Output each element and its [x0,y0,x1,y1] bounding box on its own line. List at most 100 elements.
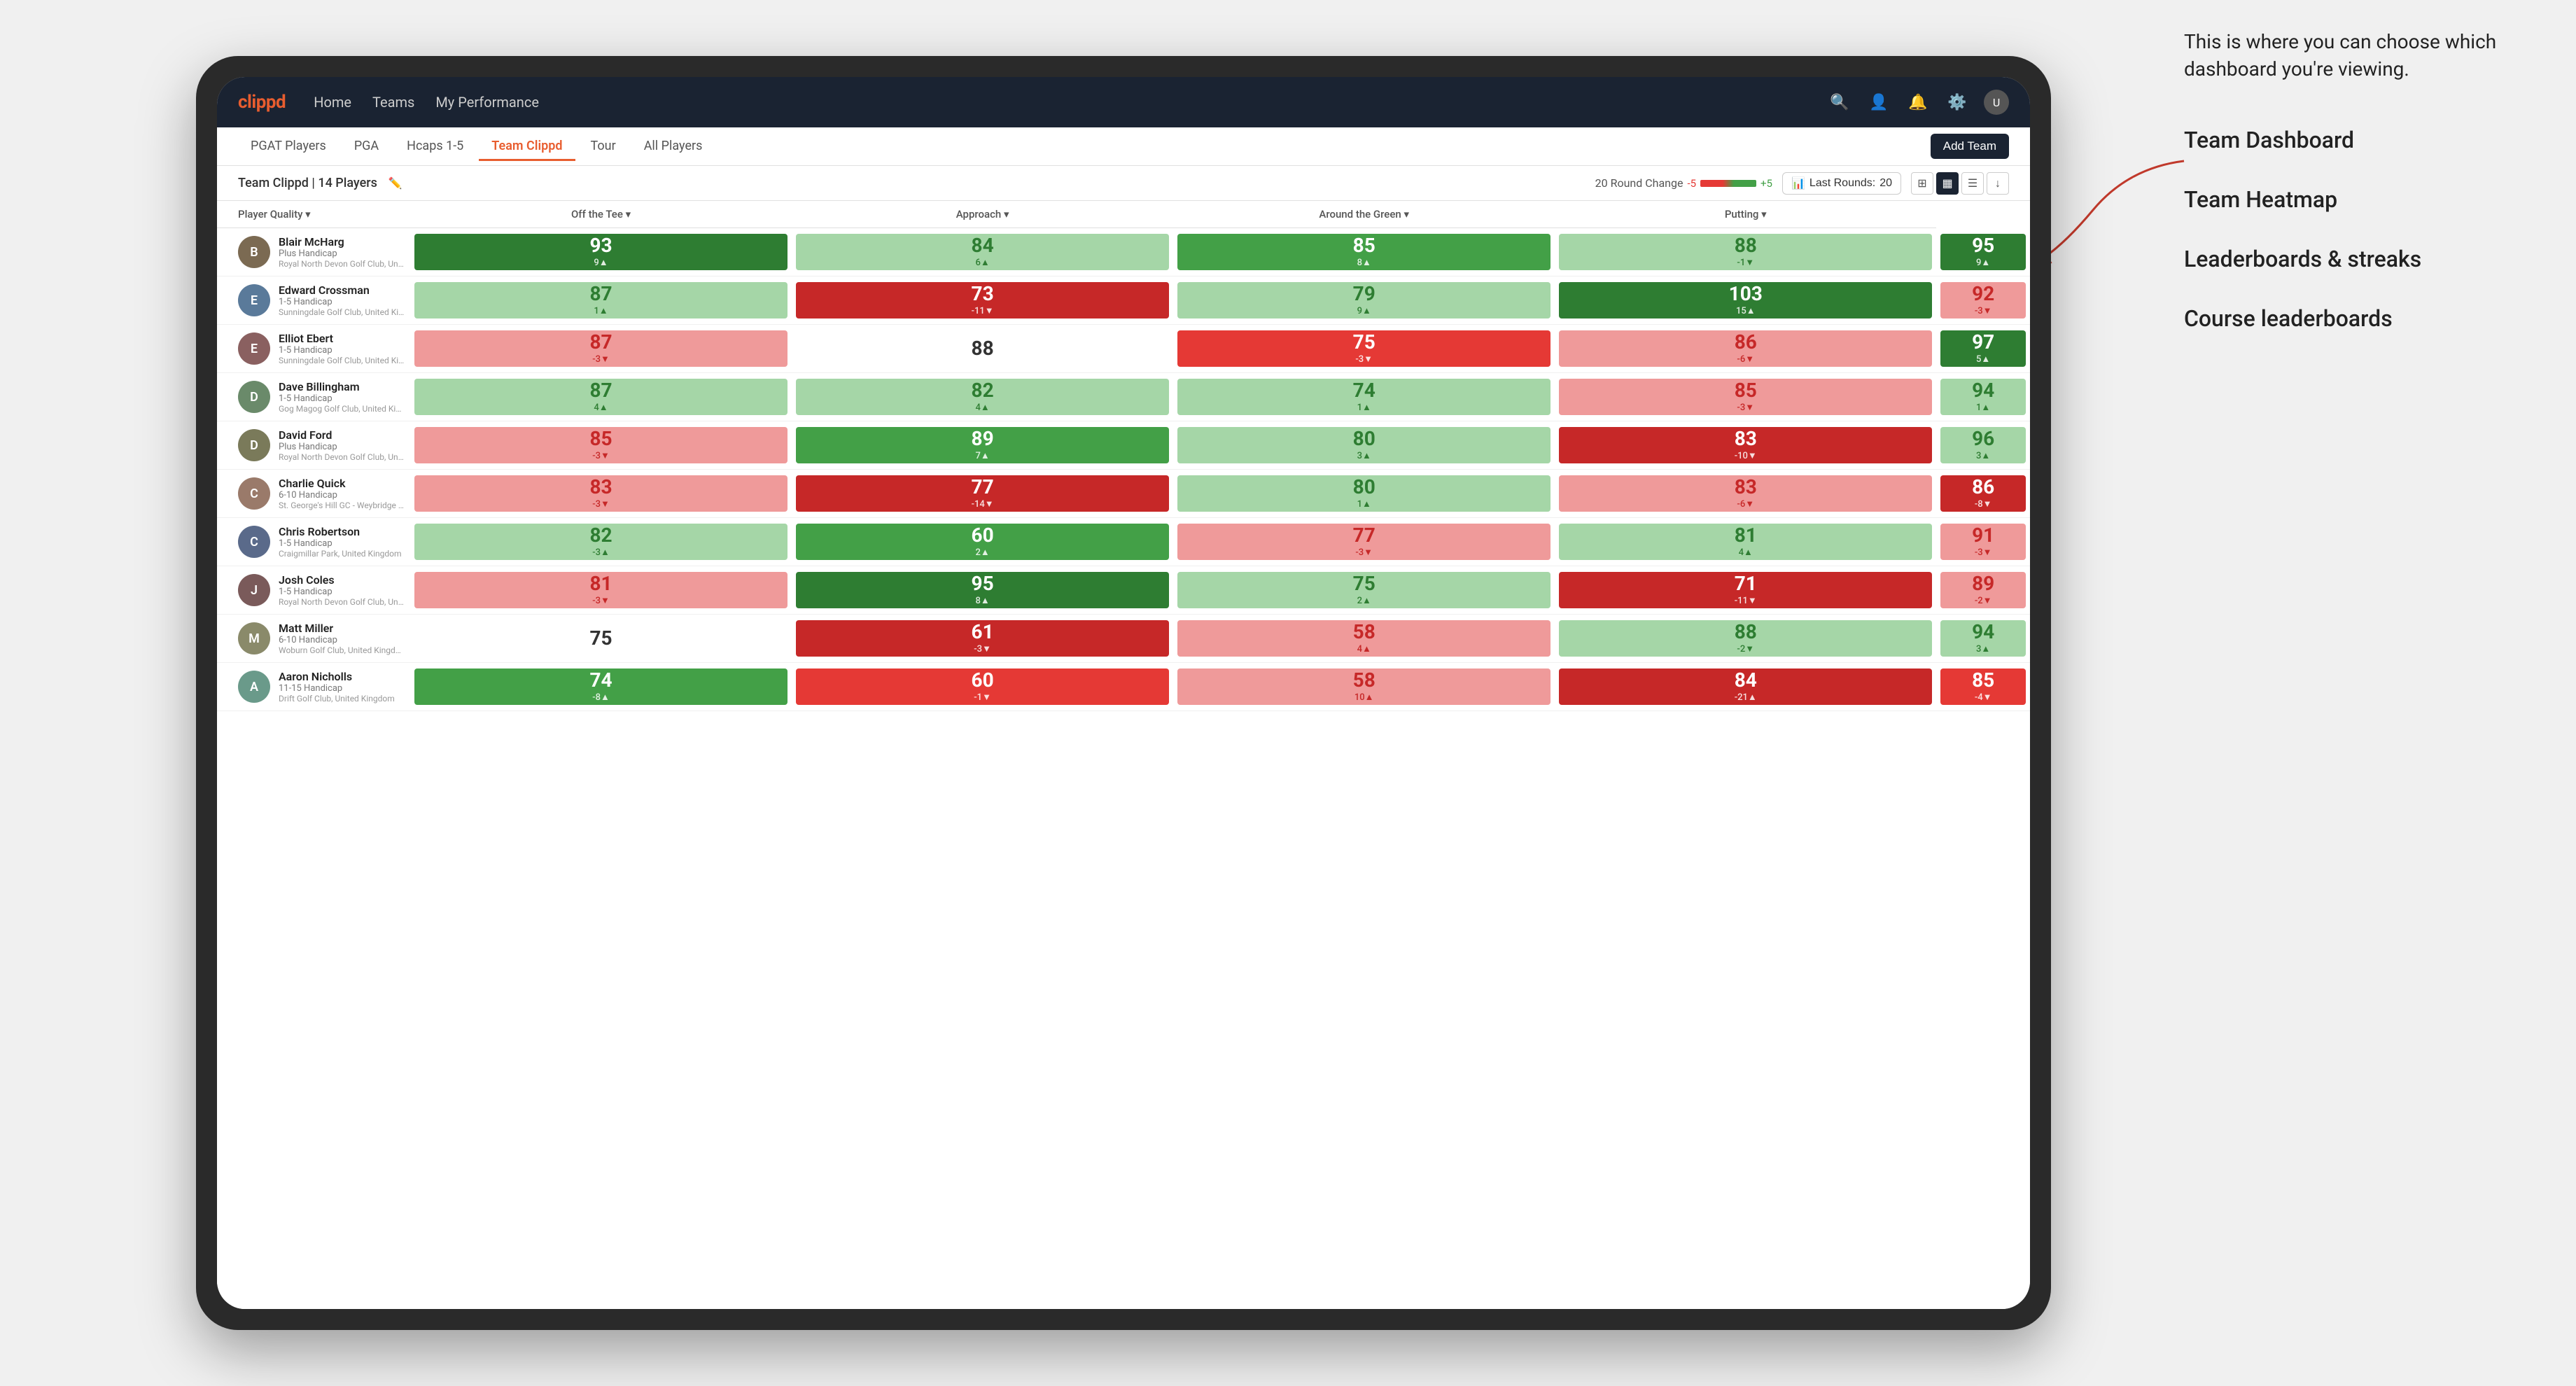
nav-teams[interactable]: Teams [372,91,414,113]
nav-my-performance[interactable]: My Performance [435,91,539,113]
player-name: Chris Robertson [279,525,402,538]
table-row[interactable]: BBlair McHargPlus HandicapRoyal North De… [217,228,2030,276]
rc-pos: +5 [1760,177,1772,190]
user-icon[interactable]: 👤 [1866,90,1891,115]
search-icon[interactable]: 🔍 [1827,90,1852,115]
player-club: Woburn Golf Club, United Kingdom [279,645,405,655]
tab-pga[interactable]: PGA [342,133,391,161]
score-change: 3▲ [1976,643,1990,654]
score-change: 7▲ [975,450,989,461]
score-change: -21▲ [1735,692,1757,703]
table-row[interactable]: AAaron Nicholls11-15 HandicapDrift Golf … [217,663,2030,711]
col-off-tee[interactable]: Off the Tee ▾ [410,201,792,228]
player-handicap: 11-15 Handicap [279,683,395,694]
annotation-list: Team DashboardTeam HeatmapLeaderboards &… [2184,125,2534,334]
table-row[interactable]: EElliot Ebert1-5 HandicapSunningdale Gol… [217,325,2030,373]
view-download-icon[interactable]: ↓ [1987,172,2009,195]
score-change: 5▲ [1976,354,1990,365]
table-row[interactable]: DDave Billingham1-5 HandicapGog Magog Go… [217,373,2030,421]
score-box: 74-8▲ [414,668,788,705]
tab-tour[interactable]: Tour [578,133,629,161]
score-value: 83 [1735,477,1757,497]
tab-team-clippd[interactable]: Team Clippd [479,133,575,161]
player-cell: MMatt Miller6-10 HandicapWoburn Golf Clu… [217,615,410,663]
score-value: 75 [589,629,612,648]
score-value: 75 [1353,332,1376,352]
table-row[interactable]: JJosh Coles1-5 HandicapRoyal North Devon… [217,566,2030,615]
score-value: 71 [1735,574,1757,594]
nav-home[interactable]: Home [314,91,351,113]
player-cell: JJosh Coles1-5 HandicapRoyal North Devon… [217,566,410,615]
score-change: -3▼ [1975,305,1992,316]
col-approach[interactable]: Approach ▾ [792,201,1173,228]
table-row[interactable]: DDavid FordPlus HandicapRoyal North Devo… [217,421,2030,470]
score-change: -3▼ [1355,547,1373,558]
score-cell: 87-3▼ [410,325,792,373]
score-box: 943▲ [1940,620,2026,657]
score-value: 103 [1729,284,1763,304]
settings-icon[interactable]: ⚙️ [1945,90,1970,115]
score-cell: 84 -21▲ [1555,663,1936,711]
score-change: 15▲ [1736,305,1756,316]
navbar-nav: Home Teams My Performance [314,91,1827,113]
player-name: Dave Billingham [279,380,405,393]
score-change: -3▼ [1737,402,1754,413]
score-box: 75-3▼ [1177,330,1550,367]
score-cell: 85-3▼ [1555,373,1936,421]
score-cell: 801▲ [1173,470,1555,518]
score-value: 61 [972,622,994,642]
score-box: 85-3▼ [1559,379,1932,415]
view-grid-icon[interactable]: ⊞ [1911,172,1933,195]
table-row[interactable]: EEdward Crossman1-5 HandicapSunningdale … [217,276,2030,325]
score-box: 89-2▼ [1940,572,2026,608]
player-club: Sunningdale Golf Club, United Kingdom [279,356,405,365]
score-value: 87 [589,284,612,304]
add-team-button[interactable]: Add Team [1931,134,2009,159]
last-rounds-button[interactable]: 📊 Last Rounds: 20 [1782,172,1901,195]
score-cell: 71-11▼ [1555,566,1936,615]
tab-all-players[interactable]: All Players [631,133,715,161]
player-cell: AAaron Nicholls11-15 HandicapDrift Golf … [217,663,410,711]
col-player-quality[interactable]: Player Quality ▾ [217,201,410,228]
col-around-green[interactable]: Around the Green ▾ [1173,201,1555,228]
player-club: Royal North Devon Golf Club, United King… [279,259,405,269]
score-box: 824▲ [796,379,1169,415]
bell-icon[interactable]: 🔔 [1905,90,1931,115]
score-value: 58 [1353,671,1376,690]
player-cell: EEdward Crossman1-5 HandicapSunningdale … [217,276,410,325]
score-change: -8▼ [1975,498,1992,510]
score-value: 84 [1735,671,1757,690]
score-value: 89 [972,429,994,449]
score-value: 81 [589,574,612,594]
score-value: 60 [972,526,994,545]
table-row[interactable]: CChris Robertson1-5 HandicapCraigmillar … [217,518,2030,566]
tab-pgat-players[interactable]: PGAT Players [238,133,339,161]
score-change: -6▼ [1737,498,1754,510]
score-box: 799▲ [1177,282,1550,318]
score-box: 602▲ [796,524,1169,560]
avatar[interactable]: U [1984,90,2009,115]
score-value: 93 [589,236,612,255]
tab-hcaps[interactable]: Hcaps 1-5 [394,133,476,161]
score-value: 95 [972,574,994,594]
view-heatmap-icon[interactable]: ▦ [1936,172,1959,195]
player-info: Blair McHargPlus HandicapRoyal North Dev… [279,235,405,269]
score-value: 75 [1353,574,1376,594]
col-putting[interactable]: Putting ▾ [1555,201,1936,228]
score-value: 95 [1972,236,1994,255]
table-row[interactable]: MMatt Miller6-10 HandicapWoburn Golf Clu… [217,615,2030,663]
score-change: -2▼ [1975,595,1992,606]
score-value: 86 [1972,477,1994,497]
table-row[interactable]: CCharlie Quick6-10 HandicapSt. George's … [217,470,2030,518]
view-list-icon[interactable]: ☰ [1961,172,1984,195]
score-box: 81-3▼ [414,572,788,608]
score-change: 3▲ [1976,450,1990,461]
score-value: 94 [1972,381,1994,400]
score-cell: 858▲ [1173,228,1555,276]
score-cell: 741▲ [1173,373,1555,421]
round-change-bar [1700,180,1756,187]
player-avatar: C [238,526,270,558]
score-cell: 86-8▼ [1936,470,2030,518]
player-handicap: 1-5 Handicap [279,345,405,356]
edit-team-icon[interactable]: ✏️ [388,176,402,190]
